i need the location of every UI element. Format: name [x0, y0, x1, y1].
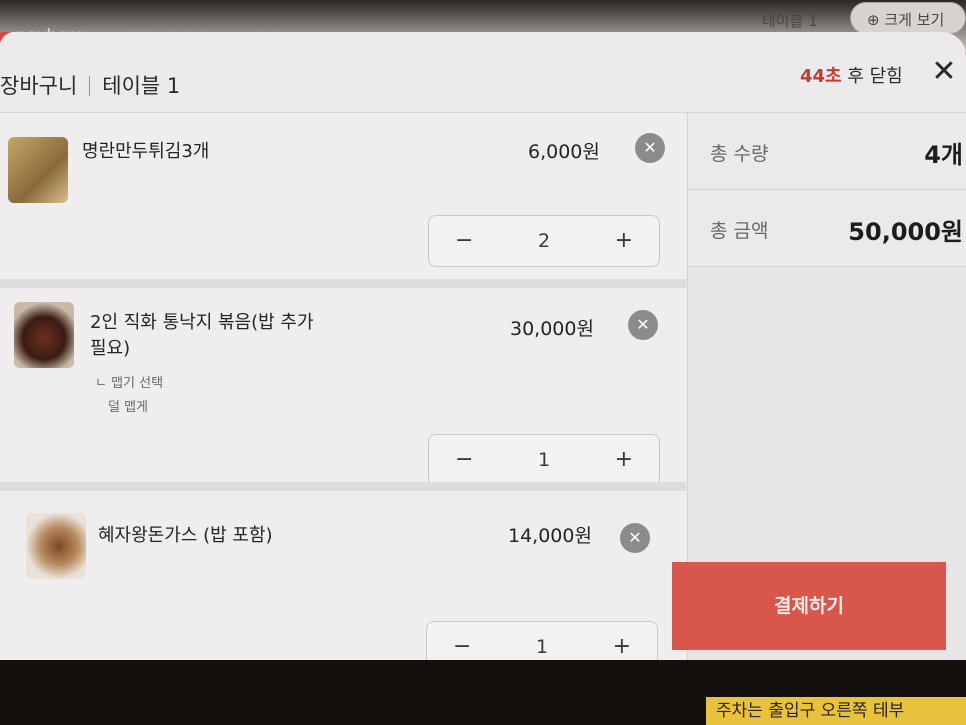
cart-item-list: 명란만두튀김3개 6,000원 ✕ − 2 + 2인 직화 통낙지 볶음(밥 추…	[0, 113, 686, 660]
item-price: 14,000원	[508, 525, 592, 547]
item-divider	[0, 279, 686, 288]
title-divider	[89, 76, 91, 96]
table-label: 테이블 1	[762, 12, 818, 30]
quantity-stepper: − 1 +	[428, 434, 660, 486]
zoom-button[interactable]: ⊕ 크게 보기	[850, 2, 966, 34]
zoom-icon: ⊕	[867, 11, 880, 29]
total-amount-label: 총 금액	[710, 220, 769, 242]
auto-close-timer: 44초 후 닫힘	[800, 66, 903, 87]
quantity-stepper: − 2 +	[428, 215, 660, 267]
total-quantity-label: 총 수량	[710, 143, 769, 165]
item-name: 혜자왕돈가스 (밥 포함)	[98, 525, 273, 546]
cart-modal: 장바구니 테이블 1 44초 후 닫힘 ✕ 명란만두튀김3개 6,000원 ✕ −…	[0, 32, 966, 660]
total-quantity-row: 총 수량 4개	[688, 113, 966, 190]
item-option-value: 덜 맵게	[108, 400, 149, 415]
remove-item-icon[interactable]: ✕	[620, 523, 650, 553]
cart-item: 명란만두튀김3개 6,000원 ✕ − 2 +	[0, 113, 686, 279]
item-name: 2인 직화 통낙지 볶음(밥 추가 필요)	[90, 312, 314, 359]
close-icon[interactable]: ✕	[928, 56, 960, 88]
food-image	[26, 513, 86, 579]
food-image	[8, 137, 68, 203]
item-divider	[0, 482, 686, 491]
item-price: 6,000원	[528, 141, 600, 163]
total-amount-value: 50,000원	[848, 218, 963, 246]
cart-item: 2인 직화 통낙지 볶음(밥 추가 필요) 30,000원 ✕ ㄴ 맵기 선택 …	[0, 288, 686, 486]
increase-button[interactable]: +	[615, 228, 633, 253]
quantity-stepper: − 1 +	[426, 621, 658, 660]
item-option-label: ㄴ 맵기 선택	[95, 376, 164, 391]
cart-item: 혜자왕돈가스 (밥 포함) 14,000원 ✕ − 1 +	[0, 491, 686, 660]
food-image	[14, 302, 74, 368]
increase-button[interactable]: +	[615, 447, 633, 472]
item-name: 명란만두튀김3개	[82, 141, 210, 162]
total-quantity-value: 4개	[924, 141, 963, 169]
remove-item-icon[interactable]: ✕	[635, 133, 665, 163]
parking-sticker: 주차는 출입구 오른쪽 테부	[706, 697, 966, 725]
checkout-button[interactable]: 결제하기	[672, 562, 946, 650]
cart-header: 장바구니 테이블 1 44초 후 닫힘 ✕	[0, 32, 966, 113]
cart-title: 장바구니 테이블 1	[0, 74, 181, 98]
remove-item-icon[interactable]: ✕	[628, 310, 658, 340]
increase-button[interactable]: +	[613, 634, 631, 659]
item-price: 30,000원	[510, 318, 594, 340]
total-amount-row: 총 금액 50,000원	[688, 190, 966, 267]
